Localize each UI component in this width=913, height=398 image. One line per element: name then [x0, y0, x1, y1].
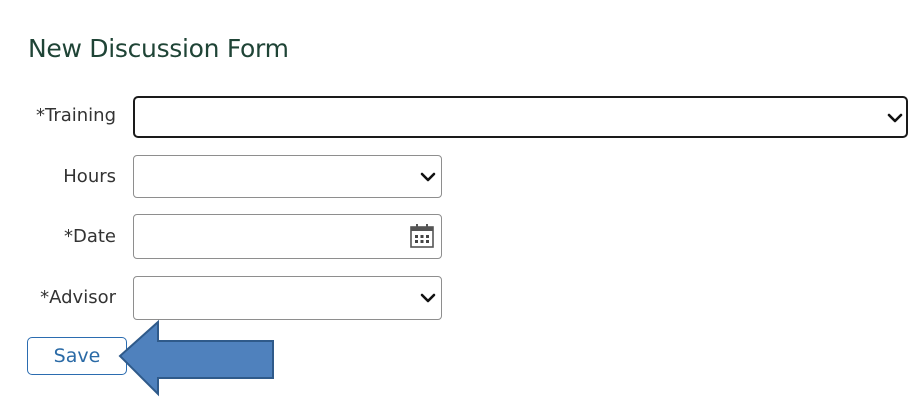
save-button[interactable]: Save	[27, 337, 127, 375]
date-input[interactable]	[133, 214, 442, 259]
training-select[interactable]	[133, 96, 908, 138]
chevron-down-icon	[887, 113, 903, 123]
arrow-left-icon	[118, 319, 274, 397]
chevron-down-icon	[420, 172, 436, 182]
advisor-label: *Advisor	[40, 287, 116, 308]
hours-label: Hours	[63, 166, 116, 187]
hours-select[interactable]	[133, 155, 442, 198]
training-label: *Training	[35, 105, 116, 126]
calendar-icon[interactable]	[409, 223, 435, 249]
chevron-down-icon	[420, 293, 436, 303]
page-title: New Discussion Form	[28, 34, 289, 63]
date-label: *Date	[63, 226, 116, 247]
advisor-select[interactable]	[133, 276, 442, 320]
